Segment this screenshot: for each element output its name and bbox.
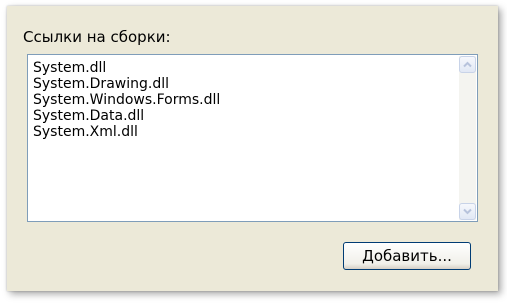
scroll-up-button[interactable]: [459, 56, 476, 73]
vertical-scrollbar[interactable]: [459, 56, 476, 220]
list-item[interactable]: System.dll: [33, 60, 220, 76]
scroll-down-button[interactable]: [459, 203, 476, 220]
list-item[interactable]: System.Xml.dll: [33, 124, 220, 140]
references-list: System.dll System.Drawing.dll System.Win…: [33, 60, 220, 140]
references-listbox[interactable]: System.dll System.Drawing.dll System.Win…: [27, 54, 478, 222]
chevron-down-icon: [463, 208, 472, 215]
references-label: Ссылки на сборки:: [23, 28, 171, 46]
add-button[interactable]: Добавить...: [343, 242, 471, 270]
list-item[interactable]: System.Windows.Forms.dll: [33, 92, 220, 108]
list-item[interactable]: System.Data.dll: [33, 108, 220, 124]
references-panel: Ссылки на сборки: System.dll System.Draw…: [7, 6, 498, 291]
chevron-up-icon: [463, 61, 472, 68]
list-item[interactable]: System.Drawing.dll: [33, 76, 220, 92]
